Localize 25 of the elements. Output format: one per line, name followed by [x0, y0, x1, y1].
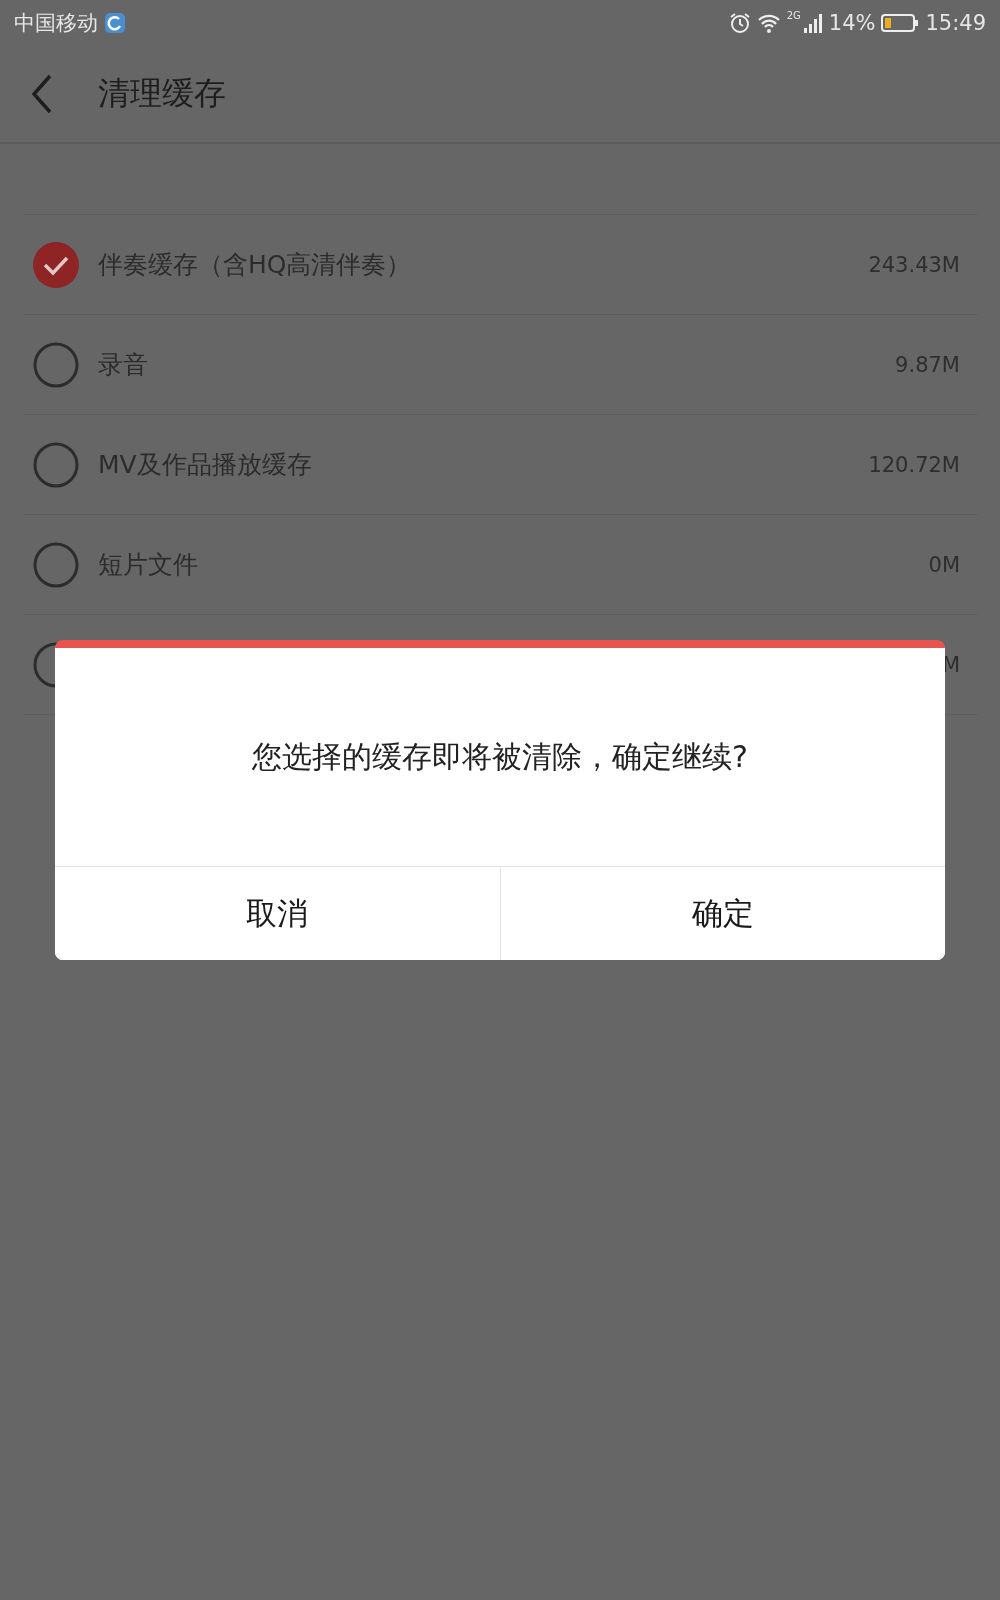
cache-item-label: 录音 [98, 349, 149, 381]
battery-percent: 14% [828, 11, 876, 35]
cache-size: 9.87M [895, 352, 960, 377]
carrier-name: 中国移动 [14, 10, 98, 37]
page-title: 清理缓存 [98, 73, 226, 114]
checked-circle-icon[interactable] [32, 240, 80, 289]
cache-item-label: 伴奏缓存（含HQ高清伴奏） [98, 249, 413, 281]
back-icon[interactable] [30, 74, 54, 114]
cache-item-label: 短片文件 [98, 549, 199, 581]
unchecked-circle-icon[interactable] [32, 440, 80, 489]
signal-icon [802, 13, 823, 33]
wifi-icon [756, 13, 781, 33]
network-type: 2G [786, 10, 801, 21]
alarm-icon [728, 12, 751, 34]
cache-size: 243.43M [868, 252, 960, 277]
unchecked-circle-icon[interactable] [32, 340, 80, 389]
cache-item-label: MV及作品播放缓存 [98, 449, 313, 481]
dialog-message: 您选择的缓存即将被清除，确定继续? [252, 737, 748, 776]
unchecked-circle-icon[interactable] [32, 540, 80, 589]
clock-time: 15:49 [925, 11, 986, 35]
battery-icon [881, 13, 920, 33]
cache-size: 0M [928, 552, 960, 577]
confirm-button[interactable]: 确定 [499, 867, 945, 960]
cache-size: 120.72M [868, 452, 960, 477]
app-notification-icon [104, 12, 126, 34]
